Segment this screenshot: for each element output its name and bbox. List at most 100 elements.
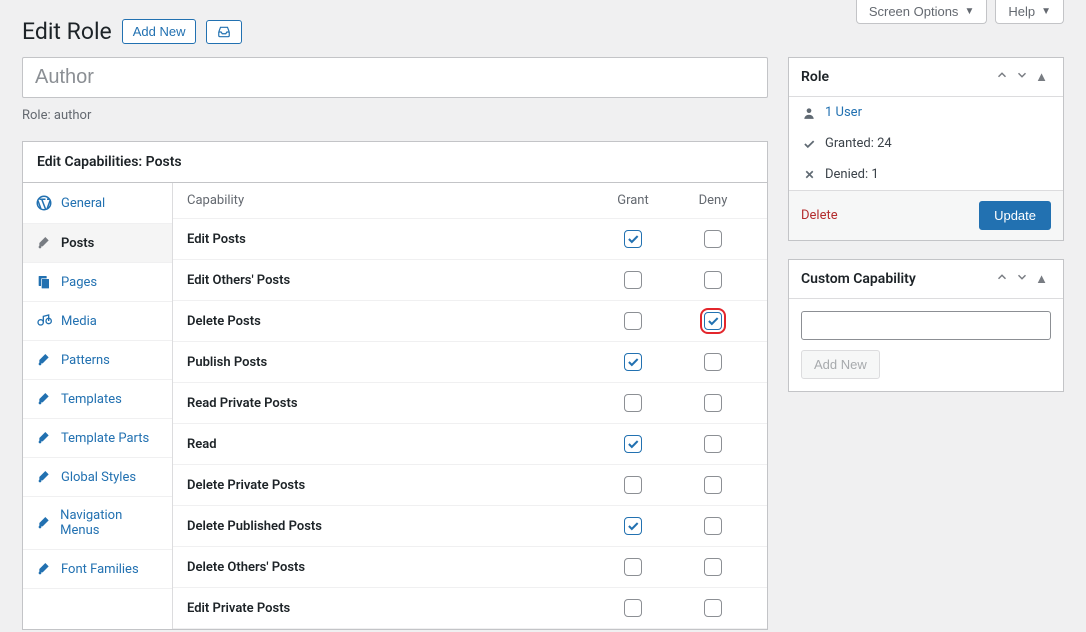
checkbox-checked[interactable] bbox=[624, 517, 642, 535]
granted-text: Granted: 24 bbox=[825, 136, 892, 151]
pin-icon bbox=[35, 235, 53, 251]
deny-cell bbox=[673, 312, 753, 330]
checkbox-unchecked[interactable] bbox=[624, 271, 642, 289]
capability-row: Delete Published Posts bbox=[173, 506, 767, 547]
pin-icon bbox=[35, 561, 53, 577]
role-metabox-header: Role ▲ bbox=[789, 58, 1063, 97]
sidebar-item-templates[interactable]: Templates bbox=[23, 380, 172, 419]
sidebar-item-navigation-menus[interactable]: Navigation Menus bbox=[23, 497, 172, 550]
pin-icon bbox=[35, 469, 53, 485]
grant-cell bbox=[593, 353, 673, 371]
inbox-icon-button[interactable] bbox=[206, 20, 242, 44]
denied-row: Denied: 1 bbox=[789, 159, 1063, 190]
checkbox-unchecked[interactable] bbox=[624, 599, 642, 617]
chevron-up-icon[interactable] bbox=[992, 270, 1012, 288]
sidebar-item-label: Global Styles bbox=[61, 470, 136, 485]
checkbox-unchecked[interactable] bbox=[704, 558, 722, 576]
checkbox-unchecked[interactable] bbox=[624, 394, 642, 412]
sidebar-item-label: Patterns bbox=[61, 353, 110, 368]
custom-capability-input[interactable] bbox=[801, 311, 1051, 340]
checkbox-unchecked[interactable] bbox=[704, 435, 722, 453]
screen-options-label: Screen Options bbox=[869, 4, 959, 19]
sidebar-item-media[interactable]: Media bbox=[23, 302, 172, 341]
capability-row: Edit Private Posts bbox=[173, 588, 767, 629]
triangle-up-icon[interactable]: ▲ bbox=[1032, 271, 1051, 287]
sidebar-item-general[interactable]: General bbox=[23, 183, 172, 224]
chevron-down-icon[interactable] bbox=[1012, 270, 1032, 288]
capability-row: Delete Posts bbox=[173, 301, 767, 342]
checkbox-unchecked[interactable] bbox=[704, 394, 722, 412]
sidebar-item-posts[interactable]: Posts bbox=[23, 224, 172, 263]
capability-row: Edit Others' Posts bbox=[173, 260, 767, 301]
chevron-down-icon[interactable] bbox=[1012, 68, 1032, 86]
role-slug-label: Role: bbox=[22, 108, 51, 123]
checkbox-unchecked[interactable] bbox=[704, 517, 722, 535]
capability-name: Delete Posts bbox=[187, 314, 593, 329]
checkbox-checked[interactable] bbox=[704, 312, 722, 330]
grant-cell bbox=[593, 558, 673, 576]
custom-capability-metabox: Custom Capability ▲ Add New bbox=[788, 259, 1064, 392]
caret-down-icon: ▼ bbox=[1041, 7, 1051, 17]
grant-cell bbox=[593, 394, 673, 412]
chevron-up-icon[interactable] bbox=[992, 68, 1012, 86]
checkbox-unchecked[interactable] bbox=[624, 558, 642, 576]
checkbox-checked[interactable] bbox=[624, 230, 642, 248]
pages-icon bbox=[35, 274, 53, 290]
grant-cell bbox=[593, 312, 673, 330]
capability-name: Edit Posts bbox=[187, 232, 593, 247]
triangle-up-icon[interactable]: ▲ bbox=[1032, 69, 1051, 85]
checkbox-unchecked[interactable] bbox=[624, 312, 642, 330]
help-label: Help bbox=[1008, 4, 1035, 19]
sidebar-item-label: Pages bbox=[61, 275, 97, 290]
checkbox-unchecked[interactable] bbox=[624, 476, 642, 494]
delete-link[interactable]: Delete bbox=[801, 208, 838, 223]
capabilities-table: Capability Grant Deny Edit PostsEdit Oth… bbox=[173, 183, 767, 629]
inbox-icon bbox=[215, 25, 233, 39]
role-metabox: Role ▲ 1 User Granted: 24 Denied: 1 bbox=[788, 57, 1064, 241]
sidebar-item-template-parts[interactable]: Template Parts bbox=[23, 419, 172, 458]
capability-row: Delete Private Posts bbox=[173, 465, 767, 506]
checkbox-checked[interactable] bbox=[624, 435, 642, 453]
sidebar-item-font-families[interactable]: Font Families bbox=[23, 550, 172, 589]
capability-name: Publish Posts bbox=[187, 355, 593, 370]
update-button[interactable]: Update bbox=[979, 201, 1051, 230]
help-button[interactable]: Help ▼ bbox=[995, 0, 1064, 24]
checkbox-unchecked[interactable] bbox=[704, 353, 722, 371]
capabilities-panel: Edit Capabilities: Posts GeneralPostsPag… bbox=[22, 141, 768, 630]
deny-cell bbox=[673, 271, 753, 289]
checkbox-unchecked[interactable] bbox=[704, 271, 722, 289]
grant-cell bbox=[593, 476, 673, 494]
sidebar-item-label: Media bbox=[61, 314, 97, 329]
sidebar-item-global-styles[interactable]: Global Styles bbox=[23, 458, 172, 497]
deny-cell bbox=[673, 394, 753, 412]
checkbox-unchecked[interactable] bbox=[704, 476, 722, 494]
deny-cell bbox=[673, 599, 753, 617]
caret-down-icon: ▼ bbox=[964, 7, 974, 17]
pin-icon bbox=[35, 515, 52, 531]
add-capability-button[interactable]: Add New bbox=[801, 350, 880, 379]
capability-name: Read Private Posts bbox=[187, 396, 593, 411]
checkbox-checked[interactable] bbox=[624, 353, 642, 371]
capability-row: Read Private Posts bbox=[173, 383, 767, 424]
grant-cell bbox=[593, 271, 673, 289]
deny-cell bbox=[673, 476, 753, 494]
sidebar-item-label: Font Families bbox=[61, 562, 139, 577]
sidebar-item-patterns[interactable]: Patterns bbox=[23, 341, 172, 380]
capability-name: Read bbox=[187, 437, 593, 452]
header-deny: Deny bbox=[673, 193, 753, 208]
role-name-input[interactable] bbox=[22, 57, 768, 98]
sidebar-item-label: General bbox=[61, 196, 105, 211]
checkbox-unchecked[interactable] bbox=[704, 599, 722, 617]
role-slug: Role: author bbox=[22, 108, 768, 123]
sidebar-item-label: Template Parts bbox=[61, 431, 149, 446]
screen-options-button[interactable]: Screen Options ▼ bbox=[856, 0, 988, 24]
user-count-link[interactable]: 1 User bbox=[789, 97, 1063, 128]
sidebar-item-pages[interactable]: Pages bbox=[23, 263, 172, 302]
x-icon bbox=[801, 168, 817, 181]
add-new-role-button[interactable]: Add New bbox=[122, 19, 197, 44]
grant-cell bbox=[593, 230, 673, 248]
checkbox-unchecked[interactable] bbox=[704, 230, 722, 248]
sidebar-item-label: Posts bbox=[61, 236, 94, 251]
deny-cell bbox=[673, 230, 753, 248]
denied-text: Denied: 1 bbox=[825, 167, 879, 182]
